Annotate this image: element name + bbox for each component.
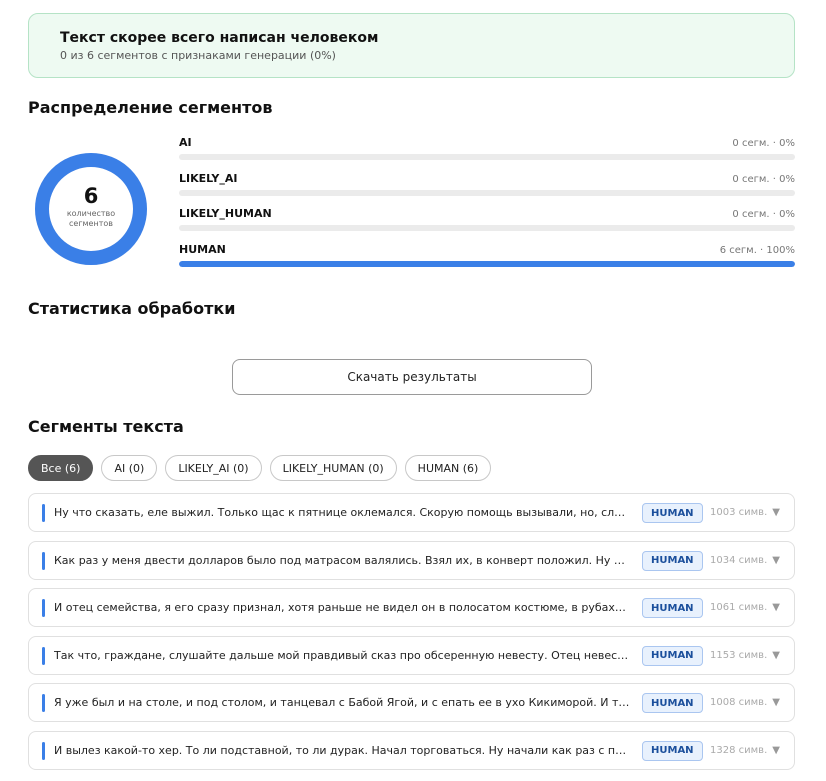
filter-chip-likely-ai[interactable]: LIKELY_AI (0) (165, 455, 262, 481)
chevron-down-icon[interactable]: ▼ (772, 696, 780, 710)
segment-filters: Все (6) AI (0) LIKELY_AI (0) LIKELY_HUMA… (28, 455, 492, 481)
segment-accent (42, 599, 45, 617)
bar-track (179, 225, 795, 231)
chevron-down-icon[interactable]: ▼ (772, 744, 780, 758)
distribution-title: Распределение сегментов (28, 98, 273, 117)
filter-chip-all[interactable]: Все (6) (28, 455, 94, 481)
segment-char-count: 1328 симв. (710, 744, 768, 756)
segment-label-badge: HUMAN (642, 645, 703, 666)
bar-value: 0 сегм. · 0% (732, 173, 795, 185)
segment-label-badge: HUMAN (642, 550, 703, 571)
segment-text: Так что, граждане, слушайте дальше мой п… (54, 648, 631, 662)
filter-chip-likely-human[interactable]: LIKELY_HUMAN (0) (269, 455, 397, 481)
chevron-down-icon[interactable]: ▼ (772, 506, 780, 520)
bar-label: LIKELY_AI (179, 171, 238, 185)
chevron-down-icon[interactable]: ▼ (772, 554, 780, 568)
segment-label-badge: HUMAN (642, 503, 703, 523)
segment-accent (42, 504, 45, 522)
bar-row-likely-human: LIKELY_HUMAN 0 сегм. · 0% (179, 207, 795, 243)
verdict-subtitle: 0 из 6 сегментов с признаками генерации … (60, 49, 336, 62)
chevron-down-icon[interactable]: ▼ (772, 649, 780, 663)
filter-chip-ai[interactable]: AI (0) (101, 455, 158, 481)
bar-row-ai: AI 0 сегм. · 0% (179, 136, 795, 172)
stats-title: Статистика обработки (28, 299, 236, 318)
download-results-button[interactable]: Скачать результаты (232, 359, 592, 395)
segment-char-count: 1003 симв. (710, 507, 768, 518)
bar-value: 6 сегм. · 100% (719, 244, 795, 256)
bar-track (179, 260, 795, 267)
chevron-down-icon[interactable]: ▼ (772, 601, 780, 615)
segment-accent (42, 741, 45, 760)
segment-label-badge: HUMAN (642, 598, 703, 618)
segment-text: Я уже был и на столе, и под столом, и та… (54, 696, 631, 709)
bar-track (179, 189, 795, 196)
distribution-bars: AI 0 сегм. · 0% LIKELY_AI 0 сегм. · 0% L… (179, 136, 795, 278)
segment-char-count: 1034 симв. (710, 554, 768, 566)
segment-label-badge: HUMAN (642, 740, 703, 761)
segment-char-count: 1061 симв. (710, 602, 768, 613)
bar-fill (179, 260, 795, 267)
segment-row[interactable]: Я уже был и на столе, и под столом, и та… (28, 683, 795, 722)
segments-title: Сегменты текста (28, 417, 184, 436)
segment-text: И отец семейства, я его сразу признал, х… (54, 601, 631, 614)
segment-text: Ну что сказать, еле выжил. Только щас к … (54, 506, 631, 519)
bar-row-likely-ai: LIKELY_AI 0 сегм. · 0% (179, 172, 795, 208)
segment-row[interactable]: Так что, граждане, слушайте дальше мой п… (28, 635, 795, 675)
segment-accent (42, 694, 45, 712)
bar-value: 0 сегм. · 0% (732, 209, 795, 220)
segment-accent (42, 646, 45, 665)
filter-chip-human[interactable]: HUMAN (6) (404, 455, 492, 481)
bar-value: 0 сегм. · 0% (732, 138, 795, 149)
bar-label: HUMAN (179, 242, 226, 256)
bar-row-human: HUMAN 6 сегм. · 100% (179, 243, 795, 279)
segment-char-count: 1008 симв. (710, 697, 768, 708)
verdict-banner: Текст скорее всего написан человеком 0 и… (28, 13, 795, 78)
segment-row[interactable]: Ну что сказать, еле выжил. Только щас к … (28, 493, 795, 532)
segment-char-count: 1153 симв. (710, 649, 768, 661)
donut-total: 6 (83, 183, 99, 208)
segments-donut: 6 количество сегментов (34, 152, 148, 266)
bar-label: AI (179, 136, 192, 149)
segment-text: И вылез какой-то хер. То ли подставной, … (54, 743, 631, 757)
bar-track (179, 154, 795, 160)
donut-label: количество сегментов (66, 208, 116, 228)
segment-row[interactable]: И отец семейства, я его сразу признал, х… (28, 588, 795, 627)
segment-row[interactable]: И вылез какой-то хер. То ли подставной, … (28, 730, 795, 770)
verdict-title: Текст скорее всего написан человеком (60, 30, 379, 46)
segment-list: Ну что сказать, еле выжил. Только щас к … (28, 493, 795, 778)
segment-label-badge: HUMAN (642, 693, 703, 713)
donut-center: 6 количество сегментов (34, 152, 148, 266)
segment-text: Как раз у меня двести долларов было под … (54, 553, 631, 567)
segment-accent (42, 551, 45, 570)
bar-label: LIKELY_HUMAN (179, 207, 272, 220)
segment-row[interactable]: Как раз у меня двести долларов было под … (28, 540, 795, 580)
